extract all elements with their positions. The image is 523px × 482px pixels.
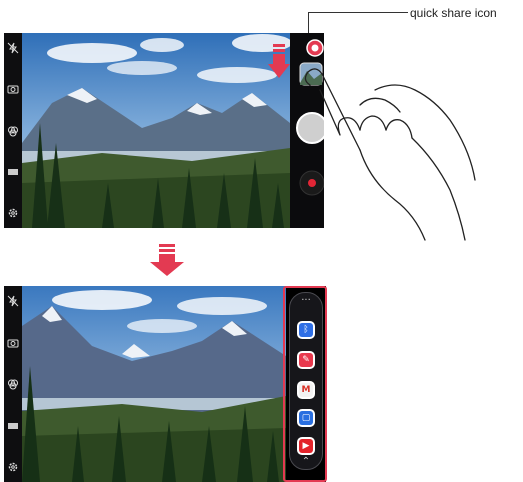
swipe-down-arrow-icon [268, 44, 290, 78]
flash-off-icon[interactable] [6, 294, 20, 308]
settings-icon[interactable] [6, 460, 20, 474]
quick-share-highlight [283, 286, 327, 482]
filter-icon[interactable] [6, 377, 20, 391]
camera-left-rail [4, 286, 22, 482]
transition-arrow-icon [150, 244, 184, 276]
switch-camera-icon[interactable] [6, 82, 20, 96]
callout-label: quick share icon [410, 6, 497, 20]
flash-off-icon[interactable] [6, 41, 20, 55]
mode-icon[interactable] [6, 419, 20, 433]
camera-preview[interactable] [22, 286, 286, 482]
camera-preview[interactable] [22, 33, 290, 228]
settings-icon[interactable] [6, 206, 20, 220]
mode-icon[interactable] [6, 165, 20, 179]
switch-camera-icon[interactable] [6, 336, 20, 350]
camera-screen-bottom [4, 286, 326, 482]
camera-left-rail [4, 33, 22, 228]
hand-gesture-icon [304, 68, 476, 241]
callout-leader-line [308, 12, 408, 13]
filter-icon[interactable] [6, 124, 20, 138]
